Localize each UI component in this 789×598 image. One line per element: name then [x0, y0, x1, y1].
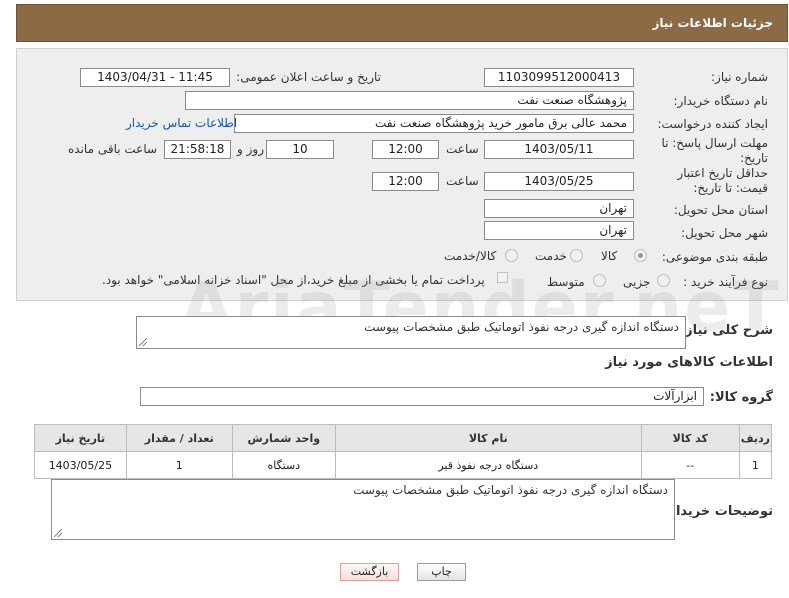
validity-time-field: 12:00 — [372, 172, 439, 191]
resize-grip-icon[interactable] — [139, 338, 147, 346]
summary-textarea[interactable]: دستگاه اندازه گیری درجه نفوذ اتوماتیک طب… — [136, 316, 686, 349]
deadline-date-field: 1403/05/11 — [484, 140, 634, 159]
city-label: شهر محل تحویل: — [681, 226, 768, 240]
days-field: 10 — [266, 140, 334, 159]
category-radio-service[interactable] — [570, 249, 583, 262]
category-option-goods-service: کالا/خدمت — [444, 249, 497, 263]
process-radio-medium[interactable] — [593, 274, 606, 287]
col-header-need-date: تاریخ نیاز — [34, 424, 127, 452]
cell-unit: دستگاه — [231, 451, 336, 479]
announce-field: 1403/04/31 - 11:45 — [80, 68, 230, 87]
summary-label: شرح کلی نیاز: — [679, 323, 773, 338]
col-header-unit: واحد شمارش — [231, 424, 336, 452]
creator-field: محمد عالی برق مامور خرید پژوهشگاه صنعت ن… — [234, 114, 634, 133]
deadline-label: مهلت ارسال پاسخ: تا تاریخ: — [661, 136, 768, 165]
cell-need-date: 1403/05/25 — [34, 451, 127, 479]
remaining-label: ساعت باقی مانده — [68, 142, 158, 156]
city-field: تهران — [484, 221, 634, 240]
goods-table: ردیف کد کالا نام کالا واحد شمارش تعداد /… — [34, 424, 773, 479]
category-option-service: خدمت — [535, 249, 567, 263]
back-button[interactable]: بازگشت — [340, 563, 399, 581]
buyer-field: پژوهشگاه صنعت نفت — [185, 91, 634, 110]
table-header-row: ردیف کد کالا نام کالا واحد شمارش تعداد /… — [34, 424, 773, 452]
validity-date-field: 1403/05/25 — [484, 172, 634, 191]
need-number-label: شماره نیاز: — [711, 70, 768, 84]
buyer-notes-textarea[interactable]: دستگاه اندازه گیری درجه نفوذ اتوماتیک طب… — [51, 479, 675, 540]
category-option-goods: کالا — [601, 249, 618, 263]
resize-grip-icon[interactable] — [54, 529, 62, 537]
treasury-payment-text: پرداخت تمام یا بخشی از مبلغ خرید،از محل … — [102, 273, 485, 287]
table-row: 1 -- دستگاه درجه نفوذ قیر دستگاه 1 1403/… — [34, 451, 773, 479]
province-label: استان محل تحویل: — [673, 203, 768, 217]
cell-quantity: 1 — [125, 451, 233, 479]
col-header-item-name: نام کالا — [334, 424, 642, 452]
print-button[interactable]: چاپ — [417, 563, 466, 581]
cell-item-code: -- — [640, 451, 740, 479]
page-title: جزئیات اطلاعات نیاز — [652, 16, 773, 30]
goods-section-title: اطلاعات کالاهای مورد نیاز — [605, 355, 773, 370]
treasury-payment-checkbox[interactable] — [497, 272, 508, 283]
creator-label: ایجاد کننده درخواست: — [657, 117, 768, 131]
category-label: طبقه بندی موضوعی: — [661, 250, 768, 264]
need-number-field: 1103099512000413 — [484, 68, 634, 87]
category-radio-goods[interactable] — [634, 249, 647, 262]
buyer-notes-label: توضیحات خریدار: — [663, 504, 773, 519]
category-radio-goods-service[interactable] — [505, 249, 518, 262]
goods-group-field: ابزارآلات — [140, 387, 704, 406]
cell-row-number: 1 — [738, 451, 773, 479]
validity-label: حداقل تاریخ اعتبار قیمت: تا تاریخ: — [677, 166, 768, 195]
province-field: تهران — [484, 199, 634, 218]
deadline-time-label: ساعت — [446, 142, 479, 156]
buyer-contact-link[interactable]: اطلاعات تماس خریدار — [126, 116, 237, 130]
col-header-row-number: ردیف — [738, 424, 773, 452]
goods-group-label: گروه کالا: — [709, 390, 773, 405]
process-option-medium: متوسط — [547, 275, 585, 289]
col-header-item-code: کد کالا — [640, 424, 740, 452]
buyer-label: نام دستگاه خریدار: — [673, 94, 769, 108]
summary-text: دستگاه اندازه گیری درجه نفوذ اتوماتیک طب… — [364, 320, 679, 334]
buyer-notes-text: دستگاه اندازه گیری درجه نفوذ اتوماتیک طب… — [353, 483, 668, 497]
cell-item-name: دستگاه درجه نفوذ قیر — [334, 451, 642, 479]
days-label: روز و — [237, 142, 264, 156]
validity-time-label: ساعت — [446, 174, 479, 188]
remaining-time-field: 21:58:18 — [164, 140, 231, 159]
col-header-quantity: تعداد / مقدار — [125, 424, 233, 452]
deadline-time-field: 12:00 — [372, 140, 439, 159]
announce-label: تاریخ و ساعت اعلان عمومی: — [236, 70, 381, 84]
page-header: جزئیات اطلاعات نیاز — [16, 4, 788, 42]
process-radio-minor[interactable] — [657, 274, 670, 287]
process-option-minor: جزیی — [623, 275, 651, 289]
process-label: نوع فرآیند خرید : — [683, 275, 768, 289]
